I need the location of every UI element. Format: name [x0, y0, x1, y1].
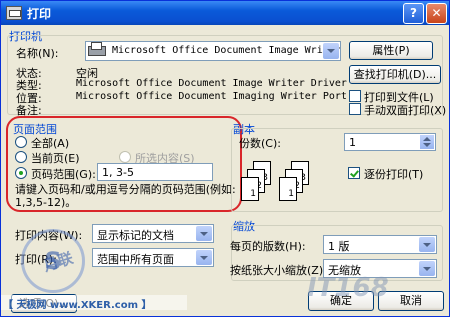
copies-count-label: 份数(C): — [239, 137, 281, 150]
collate-preview-page: 1 — [241, 177, 259, 201]
chevron-down-icon[interactable] — [419, 237, 435, 252]
window-title: 打印 — [27, 7, 52, 21]
print-to-file-checkbox[interactable] — [349, 90, 361, 102]
print-dialog: 打印 ? ✕ 打印机 名称(N): Microsoft Office Docum… — [0, 0, 450, 317]
chevron-down-icon[interactable] — [196, 250, 212, 265]
copies-count-value: 1 — [349, 136, 356, 149]
print-what-select[interactable]: 显示标记的文档 — [92, 224, 214, 243]
type-value: Microsoft Office Document Image Writer D… — [76, 78, 347, 89]
printer-device-icon — [88, 42, 106, 56]
collate-label: 逐份打印(T) — [364, 168, 424, 181]
watermark-footer: 【 天极网 www.XKER.com 】 — [1, 295, 187, 311]
copies-count-input[interactable]: 1 — [344, 133, 436, 151]
pages-per-sheet-label: 每页的版数(H): — [230, 240, 306, 253]
chevron-down-icon[interactable] — [323, 43, 339, 59]
watermark-logo-right: IT168 — [307, 273, 389, 303]
print-what-value: 显示标记的文档 — [97, 229, 174, 242]
pages-per-sheet-value: 1 版 — [328, 240, 350, 253]
help-button[interactable]: ? — [403, 3, 424, 24]
printer-icon — [6, 6, 22, 20]
pages-per-sheet-select[interactable]: 1 版 — [323, 235, 437, 254]
spinner-icon[interactable] — [420, 135, 434, 149]
properties-button[interactable]: 属性(P) — [349, 41, 433, 60]
printer-name-select[interactable]: Microsoft Office Document Image Writer — [85, 41, 341, 61]
manual-duplex-label: 手动双面打印(X) — [364, 104, 447, 117]
where-value: Microsoft Office Document Imaging Writer… — [76, 91, 353, 102]
printer-name-value: Microsoft Office Document Image Writer — [112, 45, 341, 56]
watermark-footer-text: 【 天极网 www.XKER.com 】 — [3, 300, 152, 311]
highlight-annotation — [6, 116, 242, 212]
close-button[interactable]: ✕ — [426, 3, 447, 24]
printer-name-label: 名称(N): — [16, 47, 59, 60]
manual-duplex-checkbox[interactable] — [349, 103, 361, 115]
print-value: 范围中所有页面 — [97, 253, 174, 266]
chevron-down-icon[interactable] — [419, 261, 435, 276]
collate-checkbox[interactable] — [348, 167, 360, 179]
collate-preview-page: 1 — [279, 177, 297, 201]
find-printer-button[interactable]: 查找打印机(D)... — [349, 65, 441, 84]
title-bar[interactable]: 打印 ? ✕ — [1, 1, 449, 25]
chevron-down-icon[interactable] — [196, 226, 212, 241]
print-select[interactable]: 范围中所有页面 — [92, 248, 214, 267]
